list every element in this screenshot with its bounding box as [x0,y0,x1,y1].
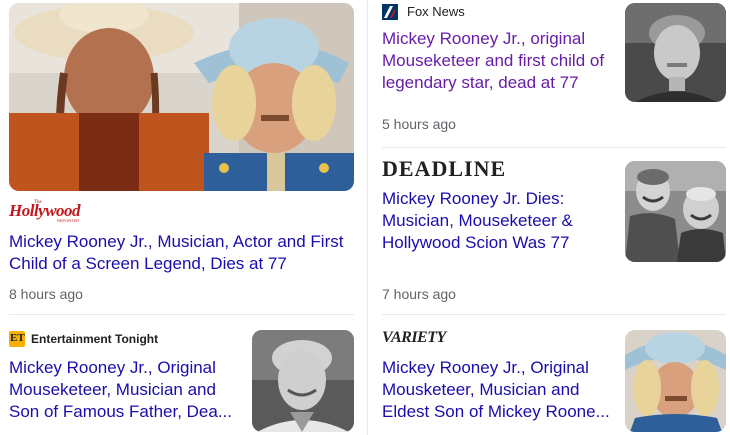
news-headline[interactable]: Mickey Rooney Jr., Original Mousketeer, … [382,357,614,423]
young-man-bw-photo [625,3,726,102]
fox-news-logo [382,4,398,20]
row-divider-right-1 [382,147,726,148]
column-divider [367,0,368,435]
news-timestamp: 7 hours ago [382,286,456,302]
young-man-bw-photo-2 [252,330,354,432]
two-cowboys-photo [9,3,354,191]
deadline-logo: DEADLINE [382,156,507,181]
news-headline[interactable]: Mickey Rooney Jr., Original Mouseketeer,… [9,357,244,423]
news-card-deadline[interactable]: DEADLINE Mickey Rooney Jr. Dies: Musicia… [370,150,730,312]
news-headline[interactable]: Mickey Rooney Jr., original Mouseketeer … [382,28,612,94]
news-timestamp: 5 hours ago [382,116,456,132]
two-men-laughing-bw-photo [625,161,726,262]
news-headline[interactable]: Mickey Rooney Jr., Musician, Actor and F… [9,231,359,275]
news-card-hollywood-reporter[interactable]: The Hollywood REPORTER Mickey Rooney Jr.… [0,0,360,312]
news-card-fox-news[interactable]: Fox News Mickey Rooney Jr., original Mou… [370,0,730,145]
news-timestamp: 8 hours ago [9,286,83,302]
news-headline[interactable]: Mickey Rooney Jr. Dies: Musician, Mousek… [382,188,612,254]
news-source-name: Fox News [407,4,465,19]
cowboy-hat-man-photo [625,330,726,432]
row-divider-right-2 [382,314,726,315]
news-card-variety[interactable]: VARIETY Mickey Rooney Jr., Original Mous… [370,317,730,435]
news-card-entertainment-tonight[interactable]: ET Entertainment Tonight Mickey Rooney J… [0,317,360,435]
et-logo: ET [9,331,25,347]
hollywood-reporter-logo: The Hollywood REPORTER [9,200,81,223]
variety-logo: VARIETY [382,329,446,346]
news-source-name: Entertainment Tonight [31,332,159,346]
row-divider-left [9,314,354,315]
